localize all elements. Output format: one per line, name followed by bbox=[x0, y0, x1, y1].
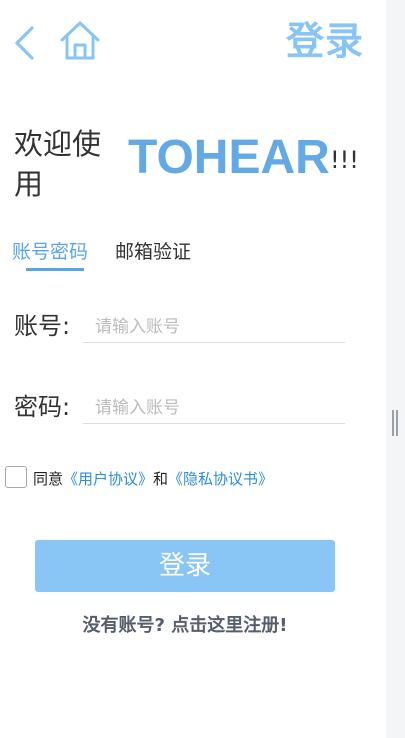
home-button[interactable] bbox=[58, 18, 102, 62]
agreement-checkbox[interactable] bbox=[5, 466, 27, 488]
user-agreement-link[interactable]: 《用户协议》 bbox=[63, 470, 153, 488]
login-page: 登录 欢迎使用 TOHEAR !!! 账号密码 邮箱验证 账号: 密码: 同意《… bbox=[0, 0, 386, 738]
page-title: 登录 bbox=[285, 19, 364, 63]
brand-name: TOHEAR bbox=[128, 131, 330, 184]
agreement-conjunction: 和 bbox=[153, 470, 169, 488]
account-input[interactable] bbox=[83, 311, 345, 343]
privacy-agreement-link[interactable]: 《隐私协议书》 bbox=[168, 470, 273, 488]
welcome-text: 欢迎使用 bbox=[14, 127, 102, 201]
register-link[interactable]: 没有账号? 点击这里注册! bbox=[0, 613, 370, 639]
tab-email-verify[interactable]: 邮箱验证 bbox=[115, 238, 191, 266]
password-input[interactable] bbox=[83, 392, 345, 424]
agreement-text: 同意《用户协议》和《隐私协议书》 bbox=[33, 468, 273, 490]
scrollbar-track[interactable] bbox=[386, 0, 405, 738]
tab-account-password[interactable]: 账号密码 bbox=[12, 238, 88, 266]
welcome-exclaim: !!! bbox=[330, 146, 359, 174]
back-button[interactable] bbox=[10, 22, 44, 62]
password-label: 密码: bbox=[14, 393, 71, 421]
agreement-prefix: 同意 bbox=[33, 470, 64, 488]
login-button[interactable]: 登录 bbox=[35, 540, 335, 592]
scrollbar-grip-icon[interactable] bbox=[391, 410, 399, 436]
home-icon bbox=[60, 21, 100, 60]
chevron-left-icon bbox=[15, 26, 34, 60]
account-label: 账号: bbox=[14, 312, 71, 340]
active-tab-indicator bbox=[26, 268, 84, 271]
